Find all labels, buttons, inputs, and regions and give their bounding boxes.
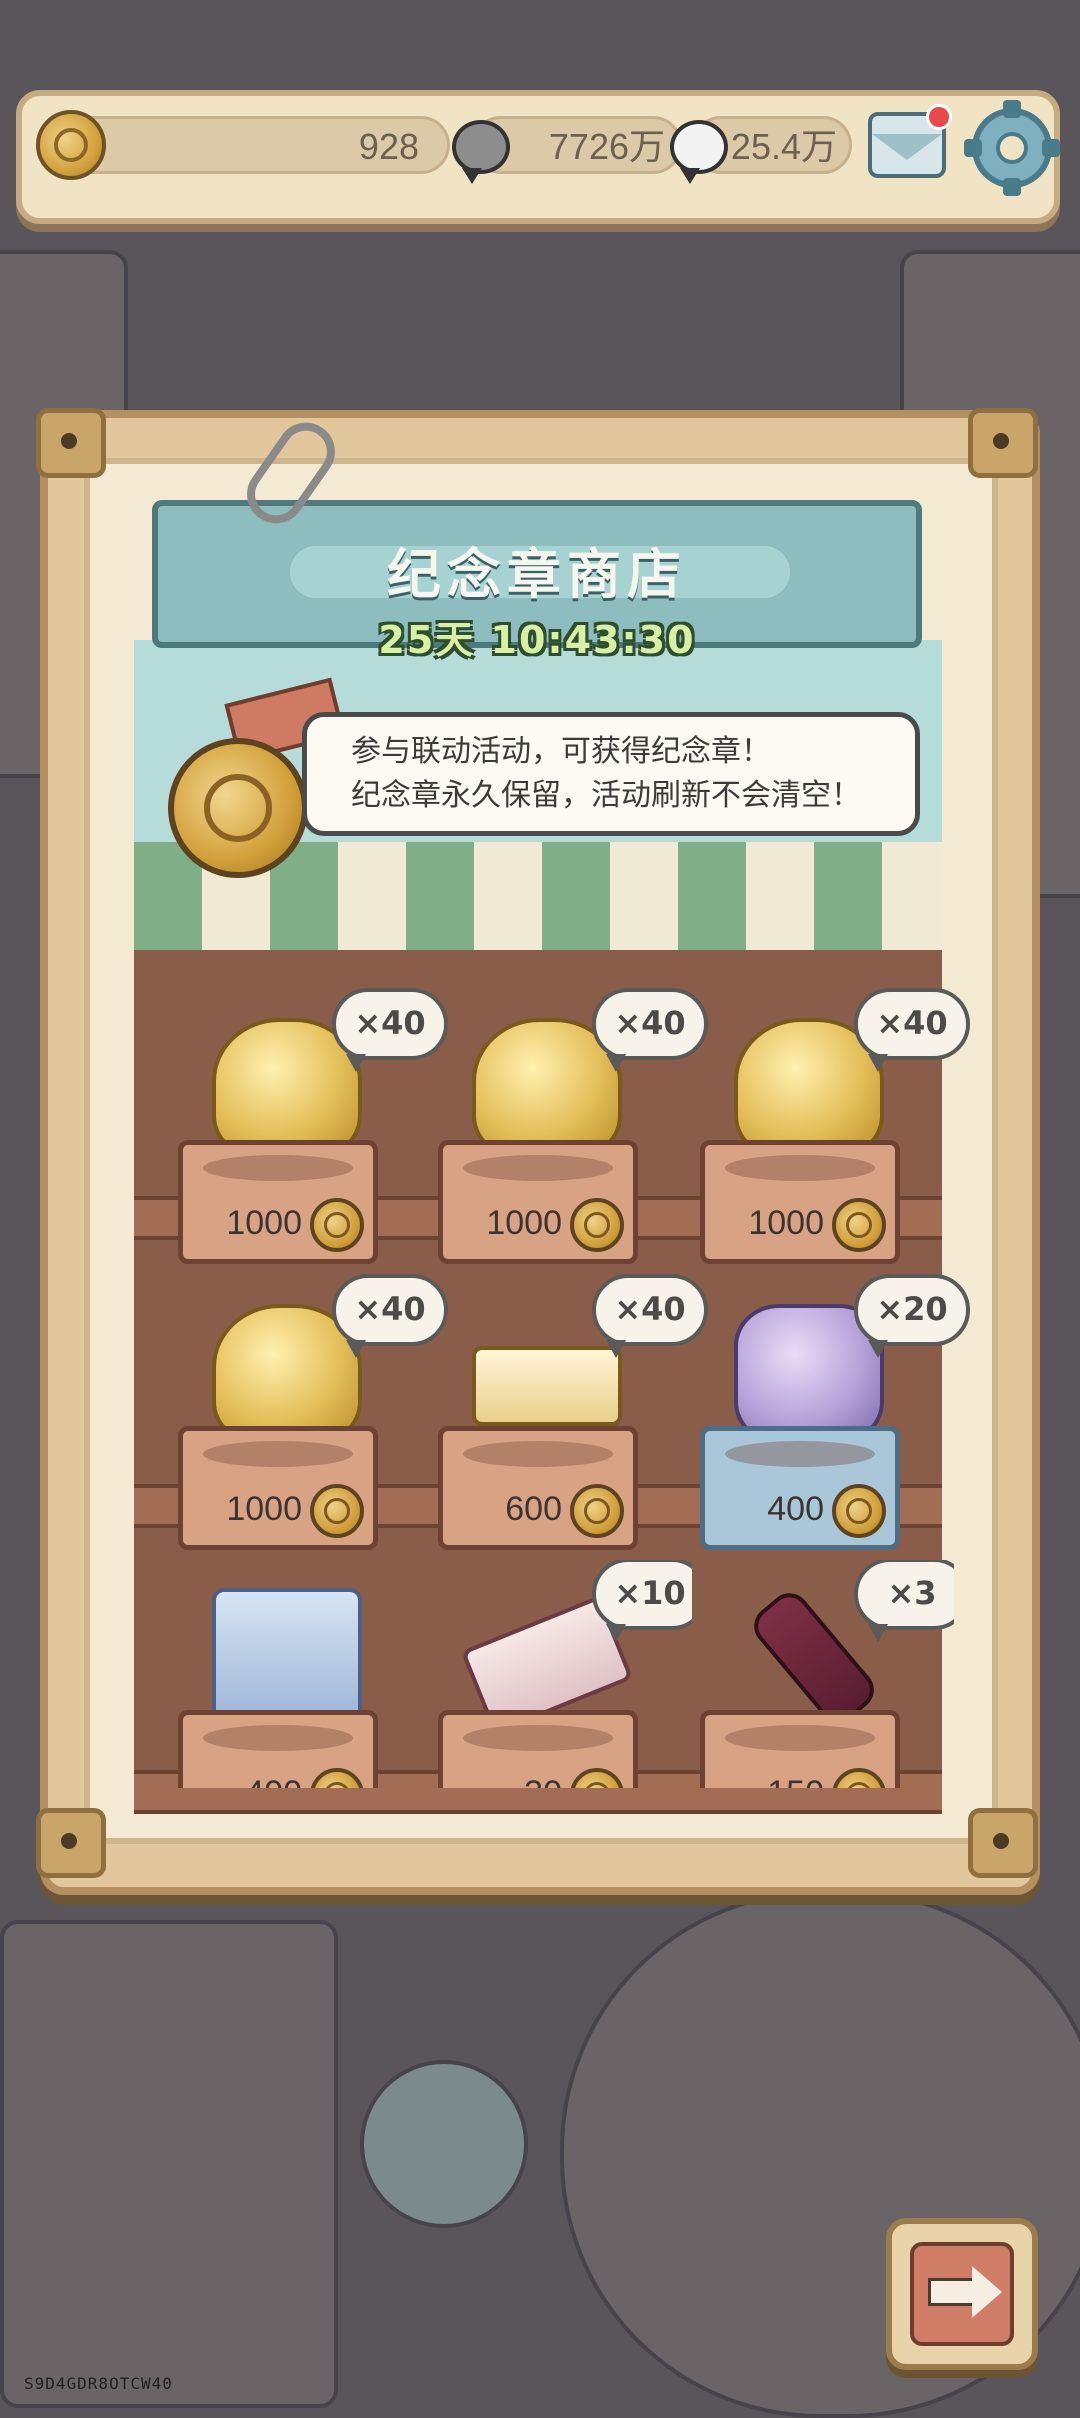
item-price: 600 (505, 1490, 562, 1528)
shop-item[interactable]: 1000 ×40 (172, 988, 448, 1270)
gear-icon[interactable] (964, 100, 1060, 196)
shop-item[interactable]: 1000 ×40 (172, 1274, 448, 1556)
coin-icon (570, 1484, 624, 1538)
shop-title: 纪念章商店 (387, 543, 687, 606)
shop-item[interactable]: 400 (172, 1560, 432, 1788)
bg-crate (0, 1920, 338, 2408)
info-line-2: 纪念章永久保留，活动刷新不会清空！ (351, 778, 861, 813)
item-quantity: ×40 (854, 988, 970, 1072)
gear-tooth (1042, 139, 1060, 157)
coin-icon (832, 1198, 886, 1252)
item-quantity: ×40 (332, 988, 448, 1072)
resource-bar: 928 7726万 25.4万 (16, 90, 1060, 224)
item-quantity: ×40 (592, 988, 708, 1072)
shop-item[interactable]: 400 ×20 (694, 1274, 970, 1556)
item-quantity: ×20 (854, 1274, 970, 1358)
watermark: S9D4GDR8OTCW40 (24, 2374, 173, 2393)
info-bubble: 参与联动活动，可获得纪念章！ 纪念章永久保留，活动刷新不会清空！ (302, 712, 920, 836)
info-line-1: 参与联动活动，可获得纪念章！ (351, 734, 771, 769)
arrow-head (972, 2266, 1002, 2318)
coin-icon (310, 1484, 364, 1538)
shop-item[interactable]: 1000 ×40 (432, 988, 708, 1270)
gray-bubble-count: 7726万 (548, 126, 665, 167)
item-price: 1000 (486, 1204, 562, 1242)
medal-icon (168, 738, 308, 878)
item-quantity: ×10 (592, 1560, 692, 1642)
panel-corner (968, 1808, 1038, 1878)
panel-corner (36, 408, 106, 478)
gear-tooth (1003, 100, 1021, 118)
gear-tooth (964, 139, 982, 157)
next-button[interactable] (886, 2218, 1038, 2370)
panel-corner (968, 408, 1038, 478)
item-price: 400 (767, 1490, 824, 1528)
notification-dot (926, 104, 952, 130)
mail-icon[interactable] (868, 104, 952, 178)
coin-icon (310, 1198, 364, 1252)
item-quantity: ×3 (854, 1560, 954, 1642)
item-price: 1000 (226, 1490, 302, 1528)
bg-bucket (360, 2060, 528, 2228)
white-bubble-icon (670, 120, 728, 184)
medal-count: 928 (358, 126, 419, 167)
treasure-chest-icon (212, 1588, 362, 1728)
item-price: 1000 (226, 1204, 302, 1242)
shop-item[interactable]: 600 ×40 (432, 1274, 708, 1556)
gear-tooth (1003, 178, 1021, 196)
shop-item[interactable]: 1000 ×40 (694, 988, 970, 1270)
coin-icon (570, 1198, 624, 1252)
medal-icon (36, 110, 106, 180)
white-bubble-count: 25.4万 (730, 126, 837, 167)
panel-corner (36, 1808, 106, 1878)
event-timer: 25天 10:43:30 (378, 618, 696, 662)
item-price: 30 (442, 1768, 562, 1788)
item-price: 1000 (748, 1204, 824, 1242)
coin-icon (832, 1484, 886, 1538)
next-button-face (910, 2242, 1014, 2346)
item-quantity: ×40 (332, 1274, 448, 1358)
shop-item[interactable]: 30 ×10 (432, 1560, 692, 1788)
shop-item[interactable]: 150 ×3 (694, 1560, 954, 1788)
scroll-icon (472, 1346, 622, 1426)
item-price: 400 (182, 1768, 302, 1788)
item-price: 150 (704, 1768, 824, 1788)
medal-counter: 928 (50, 116, 450, 174)
arrow-right-icon (928, 2278, 978, 2306)
item-quantity: ×40 (592, 1274, 708, 1358)
gray-bubble-icon (452, 120, 510, 184)
